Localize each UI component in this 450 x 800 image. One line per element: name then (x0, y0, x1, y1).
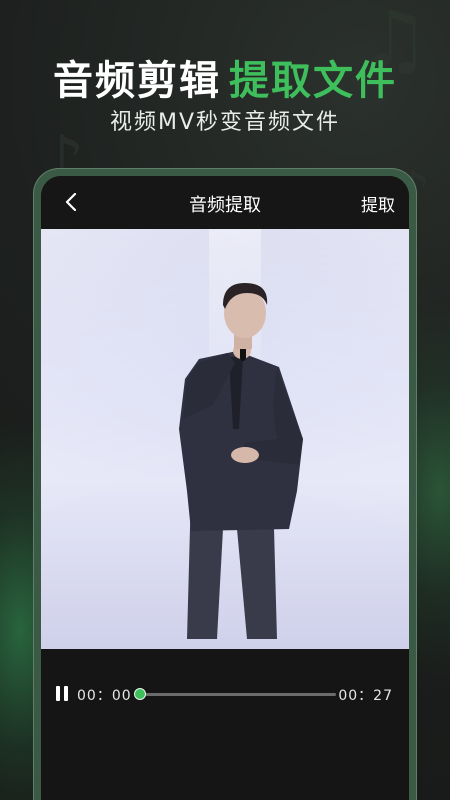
promo-page: ♪ ♫ ♪ 音频剪辑提取文件 视频MV秒变音频文件 音频提取 提取 (0, 0, 450, 800)
headline-main: 音频剪辑 (53, 58, 221, 104)
pause-bar-right (64, 686, 68, 701)
pause-bar-left (56, 686, 60, 701)
video-preview[interactable] (41, 229, 409, 649)
extract-button[interactable]: 提取 (361, 191, 395, 216)
total-time: 00：27 (338, 688, 393, 704)
pause-icon[interactable] (55, 686, 69, 702)
player-controls: 00：00 00：27 (41, 649, 409, 800)
headline-accent: 提取文件 (229, 58, 397, 104)
promo-subline: 视频MV秒变音频文件 (109, 110, 341, 135)
current-time: 00：00 (77, 688, 132, 704)
app-screen: 音频提取 提取 00：00 00：27 (41, 176, 409, 800)
performer-image (179, 283, 303, 639)
progress-knob[interactable] (134, 688, 146, 700)
top-bar: 音频提取 提取 (41, 176, 409, 228)
page-title: 音频提取 (189, 195, 261, 216)
promo-headline: 音频剪辑 提取文件 (0, 48, 450, 106)
progress-slider[interactable] (134, 688, 336, 700)
phone-frame: 音频提取 提取 00：00 00：27 (33, 168, 417, 800)
